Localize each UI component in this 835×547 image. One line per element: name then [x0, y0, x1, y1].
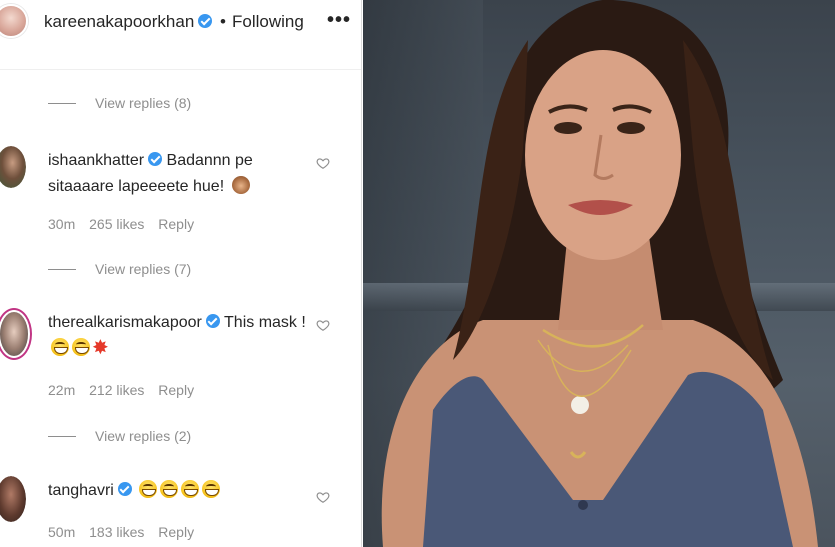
- portrait-illustration: [381, 0, 818, 547]
- view-replies-label[interactable]: View replies (2): [95, 428, 191, 444]
- reply-line-divider: [48, 268, 76, 270]
- reply-button[interactable]: Reply: [158, 382, 194, 398]
- reply-button[interactable]: Reply: [158, 216, 194, 232]
- comment-meta: 22m 212 likes Reply: [48, 382, 204, 398]
- comment-text: ishaankhatter Badannn pe sitaaaare lapee…: [48, 148, 318, 200]
- verified-badge-icon: [205, 314, 220, 328]
- post-username[interactable]: kareenakapoorkhan: [44, 12, 213, 32]
- comment-body: This mask !: [224, 314, 306, 331]
- grinning-face-icon: [160, 480, 179, 498]
- like-heart-icon[interactable]: [316, 156, 330, 170]
- more-options-icon[interactable]: •••: [327, 9, 351, 32]
- comment-text: therealkarismakapoor This mask !: [48, 310, 318, 362]
- grinning-face-icon: [51, 338, 69, 356]
- grinning-face-icon: [72, 338, 90, 356]
- grinning-face-icon: [181, 480, 200, 498]
- separator-dot: •: [220, 12, 226, 31]
- grinning-face-icon: [139, 480, 158, 498]
- comment-time[interactable]: 50m: [48, 524, 75, 540]
- comment-username[interactable]: therealkarismakapoor: [48, 314, 202, 331]
- view-replies-button[interactable]: View replies (8): [48, 93, 191, 113]
- comment-time[interactable]: 22m: [48, 382, 75, 398]
- reply-line-divider: [48, 435, 76, 437]
- view-replies-button[interactable]: View replies (2): [48, 426, 191, 446]
- comment-item: tanghavri 50m 183 likes Reply: [0, 476, 361, 547]
- comment-item: ishaankhatter Badannn pe sitaaaare lapee…: [0, 146, 361, 236]
- verified-badge-icon: [148, 152, 163, 166]
- comment-username[interactable]: ishaankhatter: [48, 152, 144, 169]
- view-replies-label[interactable]: View replies (7): [95, 261, 191, 277]
- post-photo: [363, 0, 835, 547]
- see-no-evil-monkey-icon: [231, 176, 250, 194]
- collision-icon: [92, 334, 111, 360]
- comment-likes[interactable]: 183 likes: [89, 524, 144, 540]
- commenter-avatar[interactable]: [0, 308, 32, 360]
- commenter-avatar[interactable]: [0, 146, 26, 188]
- post-header: kareenakapoorkhan • Following •••: [0, 0, 361, 70]
- view-replies-button[interactable]: View replies (7): [48, 259, 191, 279]
- comment-meta: 30m 265 likes Reply: [48, 216, 204, 232]
- like-heart-icon[interactable]: [316, 490, 330, 504]
- comments-panel: kareenakapoorkhan • Following ••• View r…: [0, 0, 362, 547]
- profile-avatar[interactable]: [0, 4, 28, 38]
- comment-meta: 50m 183 likes Reply: [48, 524, 204, 540]
- view-replies-label[interactable]: View replies (8): [95, 95, 191, 111]
- commenter-avatar[interactable]: [0, 476, 26, 522]
- reply-line-divider: [48, 102, 76, 104]
- reply-button[interactable]: Reply: [158, 524, 194, 540]
- comment-item: therealkarismakapoor This mask ! 22m 212…: [0, 308, 361, 403]
- comment-text: tanghavri: [48, 478, 318, 504]
- post-username-text[interactable]: kareenakapoorkhan: [44, 12, 194, 31]
- comment-likes[interactable]: 265 likes: [89, 216, 144, 232]
- grinning-face-icon: [202, 480, 221, 498]
- following-button[interactable]: Following: [232, 12, 304, 32]
- comment-likes[interactable]: 212 likes: [89, 382, 144, 398]
- verified-badge-icon: [198, 14, 213, 28]
- like-heart-icon[interactable]: [316, 318, 330, 332]
- comment-username[interactable]: tanghavri: [48, 482, 114, 499]
- comment-time[interactable]: 30m: [48, 216, 75, 232]
- verified-badge-icon: [117, 482, 132, 496]
